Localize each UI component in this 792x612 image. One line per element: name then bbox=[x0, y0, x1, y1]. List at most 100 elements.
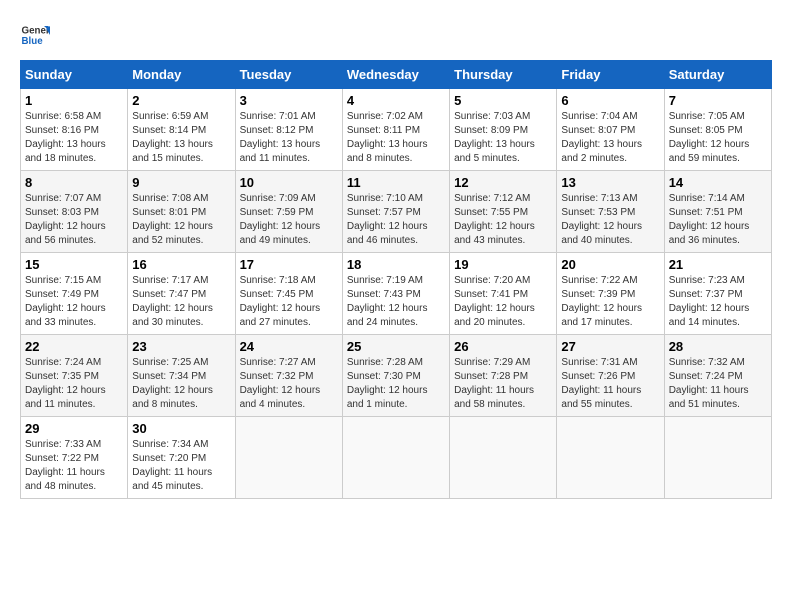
day-info: Sunrise: 7:04 AMSunset: 8:07 PMDaylight:… bbox=[561, 110, 659, 166]
header-monday: Monday bbox=[128, 61, 235, 89]
day-info: Sunrise: 7:28 AMSunset: 7:30 PMDaylight:… bbox=[347, 356, 445, 412]
day-number: 10 bbox=[240, 175, 338, 190]
calendar-cell bbox=[664, 417, 771, 499]
day-info: Sunrise: 7:29 AMSunset: 7:28 PMDaylight:… bbox=[454, 356, 552, 412]
day-number: 4 bbox=[347, 93, 445, 108]
day-number: 20 bbox=[561, 257, 659, 272]
calendar-cell: 17 Sunrise: 7:18 AMSunset: 7:45 PMDaylig… bbox=[235, 253, 342, 335]
calendar-cell: 5 Sunrise: 7:03 AMSunset: 8:09 PMDayligh… bbox=[450, 89, 557, 171]
calendar-cell: 30 Sunrise: 7:34 AMSunset: 7:20 PMDaylig… bbox=[128, 417, 235, 499]
header-thursday: Thursday bbox=[450, 61, 557, 89]
day-info: Sunrise: 7:17 AMSunset: 7:47 PMDaylight:… bbox=[132, 274, 230, 330]
day-info: Sunrise: 7:25 AMSunset: 7:34 PMDaylight:… bbox=[132, 356, 230, 412]
day-info: Sunrise: 7:18 AMSunset: 7:45 PMDaylight:… bbox=[240, 274, 338, 330]
day-number: 1 bbox=[25, 93, 123, 108]
logo: General Blue bbox=[20, 20, 50, 50]
header-sunday: Sunday bbox=[21, 61, 128, 89]
day-number: 22 bbox=[25, 339, 123, 354]
calendar-cell: 16 Sunrise: 7:17 AMSunset: 7:47 PMDaylig… bbox=[128, 253, 235, 335]
calendar-cell: 19 Sunrise: 7:20 AMSunset: 7:41 PMDaylig… bbox=[450, 253, 557, 335]
day-info: Sunrise: 6:58 AMSunset: 8:16 PMDaylight:… bbox=[25, 110, 123, 166]
calendar-week-row: 29 Sunrise: 7:33 AMSunset: 7:22 PMDaylig… bbox=[21, 417, 772, 499]
calendar-body: 1 Sunrise: 6:58 AMSunset: 8:16 PMDayligh… bbox=[21, 89, 772, 499]
calendar-cell bbox=[342, 417, 449, 499]
calendar-week-row: 8 Sunrise: 7:07 AMSunset: 8:03 PMDayligh… bbox=[21, 171, 772, 253]
day-number: 7 bbox=[669, 93, 767, 108]
day-number: 2 bbox=[132, 93, 230, 108]
day-number: 30 bbox=[132, 421, 230, 436]
calendar-cell: 23 Sunrise: 7:25 AMSunset: 7:34 PMDaylig… bbox=[128, 335, 235, 417]
day-info: Sunrise: 7:12 AMSunset: 7:55 PMDaylight:… bbox=[454, 192, 552, 248]
day-number: 25 bbox=[347, 339, 445, 354]
day-number: 19 bbox=[454, 257, 552, 272]
calendar-cell: 3 Sunrise: 7:01 AMSunset: 8:12 PMDayligh… bbox=[235, 89, 342, 171]
day-number: 16 bbox=[132, 257, 230, 272]
calendar-cell bbox=[450, 417, 557, 499]
day-number: 17 bbox=[240, 257, 338, 272]
calendar-cell: 22 Sunrise: 7:24 AMSunset: 7:35 PMDaylig… bbox=[21, 335, 128, 417]
day-number: 11 bbox=[347, 175, 445, 190]
day-info: Sunrise: 7:01 AMSunset: 8:12 PMDaylight:… bbox=[240, 110, 338, 166]
logo-icon: General Blue bbox=[20, 20, 50, 50]
day-number: 13 bbox=[561, 175, 659, 190]
day-info: Sunrise: 7:23 AMSunset: 7:37 PMDaylight:… bbox=[669, 274, 767, 330]
day-number: 27 bbox=[561, 339, 659, 354]
day-info: Sunrise: 7:03 AMSunset: 8:09 PMDaylight:… bbox=[454, 110, 552, 166]
day-info: Sunrise: 7:20 AMSunset: 7:41 PMDaylight:… bbox=[454, 274, 552, 330]
day-info: Sunrise: 7:08 AMSunset: 8:01 PMDaylight:… bbox=[132, 192, 230, 248]
calendar-cell: 6 Sunrise: 7:04 AMSunset: 8:07 PMDayligh… bbox=[557, 89, 664, 171]
day-number: 23 bbox=[132, 339, 230, 354]
day-number: 14 bbox=[669, 175, 767, 190]
day-info: Sunrise: 7:10 AMSunset: 7:57 PMDaylight:… bbox=[347, 192, 445, 248]
day-info: Sunrise: 7:31 AMSunset: 7:26 PMDaylight:… bbox=[561, 356, 659, 412]
day-number: 12 bbox=[454, 175, 552, 190]
day-number: 21 bbox=[669, 257, 767, 272]
day-info: Sunrise: 7:15 AMSunset: 7:49 PMDaylight:… bbox=[25, 274, 123, 330]
day-info: Sunrise: 7:09 AMSunset: 7:59 PMDaylight:… bbox=[240, 192, 338, 248]
calendar-table: Sunday Monday Tuesday Wednesday Thursday… bbox=[20, 60, 772, 499]
day-info: Sunrise: 7:27 AMSunset: 7:32 PMDaylight:… bbox=[240, 356, 338, 412]
day-number: 8 bbox=[25, 175, 123, 190]
calendar-cell: 8 Sunrise: 7:07 AMSunset: 8:03 PMDayligh… bbox=[21, 171, 128, 253]
calendar-cell: 20 Sunrise: 7:22 AMSunset: 7:39 PMDaylig… bbox=[557, 253, 664, 335]
calendar-week-row: 1 Sunrise: 6:58 AMSunset: 8:16 PMDayligh… bbox=[21, 89, 772, 171]
header-tuesday: Tuesday bbox=[235, 61, 342, 89]
calendar-cell: 27 Sunrise: 7:31 AMSunset: 7:26 PMDaylig… bbox=[557, 335, 664, 417]
day-number: 18 bbox=[347, 257, 445, 272]
day-info: Sunrise: 7:34 AMSunset: 7:20 PMDaylight:… bbox=[132, 438, 230, 494]
day-number: 5 bbox=[454, 93, 552, 108]
calendar-cell: 7 Sunrise: 7:05 AMSunset: 8:05 PMDayligh… bbox=[664, 89, 771, 171]
calendar-cell: 25 Sunrise: 7:28 AMSunset: 7:30 PMDaylig… bbox=[342, 335, 449, 417]
header-friday: Friday bbox=[557, 61, 664, 89]
calendar-cell: 21 Sunrise: 7:23 AMSunset: 7:37 PMDaylig… bbox=[664, 253, 771, 335]
calendar-cell: 9 Sunrise: 7:08 AMSunset: 8:01 PMDayligh… bbox=[128, 171, 235, 253]
day-info: Sunrise: 6:59 AMSunset: 8:14 PMDaylight:… bbox=[132, 110, 230, 166]
calendar-cell bbox=[235, 417, 342, 499]
day-info: Sunrise: 7:13 AMSunset: 7:53 PMDaylight:… bbox=[561, 192, 659, 248]
day-number: 28 bbox=[669, 339, 767, 354]
calendar-cell: 26 Sunrise: 7:29 AMSunset: 7:28 PMDaylig… bbox=[450, 335, 557, 417]
day-number: 9 bbox=[132, 175, 230, 190]
day-info: Sunrise: 7:14 AMSunset: 7:51 PMDaylight:… bbox=[669, 192, 767, 248]
calendar-cell: 4 Sunrise: 7:02 AMSunset: 8:11 PMDayligh… bbox=[342, 89, 449, 171]
weekday-header-row: Sunday Monday Tuesday Wednesday Thursday… bbox=[21, 61, 772, 89]
calendar-week-row: 22 Sunrise: 7:24 AMSunset: 7:35 PMDaylig… bbox=[21, 335, 772, 417]
calendar-cell: 13 Sunrise: 7:13 AMSunset: 7:53 PMDaylig… bbox=[557, 171, 664, 253]
day-info: Sunrise: 7:24 AMSunset: 7:35 PMDaylight:… bbox=[25, 356, 123, 412]
calendar-cell bbox=[557, 417, 664, 499]
day-number: 3 bbox=[240, 93, 338, 108]
calendar-cell: 29 Sunrise: 7:33 AMSunset: 7:22 PMDaylig… bbox=[21, 417, 128, 499]
svg-text:Blue: Blue bbox=[22, 36, 44, 47]
day-info: Sunrise: 7:33 AMSunset: 7:22 PMDaylight:… bbox=[25, 438, 123, 494]
calendar-cell: 10 Sunrise: 7:09 AMSunset: 7:59 PMDaylig… bbox=[235, 171, 342, 253]
calendar-cell: 12 Sunrise: 7:12 AMSunset: 7:55 PMDaylig… bbox=[450, 171, 557, 253]
calendar-cell: 24 Sunrise: 7:27 AMSunset: 7:32 PMDaylig… bbox=[235, 335, 342, 417]
calendar-cell: 15 Sunrise: 7:15 AMSunset: 7:49 PMDaylig… bbox=[21, 253, 128, 335]
day-info: Sunrise: 7:32 AMSunset: 7:24 PMDaylight:… bbox=[669, 356, 767, 412]
calendar-week-row: 15 Sunrise: 7:15 AMSunset: 7:49 PMDaylig… bbox=[21, 253, 772, 335]
header-saturday: Saturday bbox=[664, 61, 771, 89]
calendar-cell: 14 Sunrise: 7:14 AMSunset: 7:51 PMDaylig… bbox=[664, 171, 771, 253]
day-number: 15 bbox=[25, 257, 123, 272]
day-number: 26 bbox=[454, 339, 552, 354]
calendar-cell: 2 Sunrise: 6:59 AMSunset: 8:14 PMDayligh… bbox=[128, 89, 235, 171]
